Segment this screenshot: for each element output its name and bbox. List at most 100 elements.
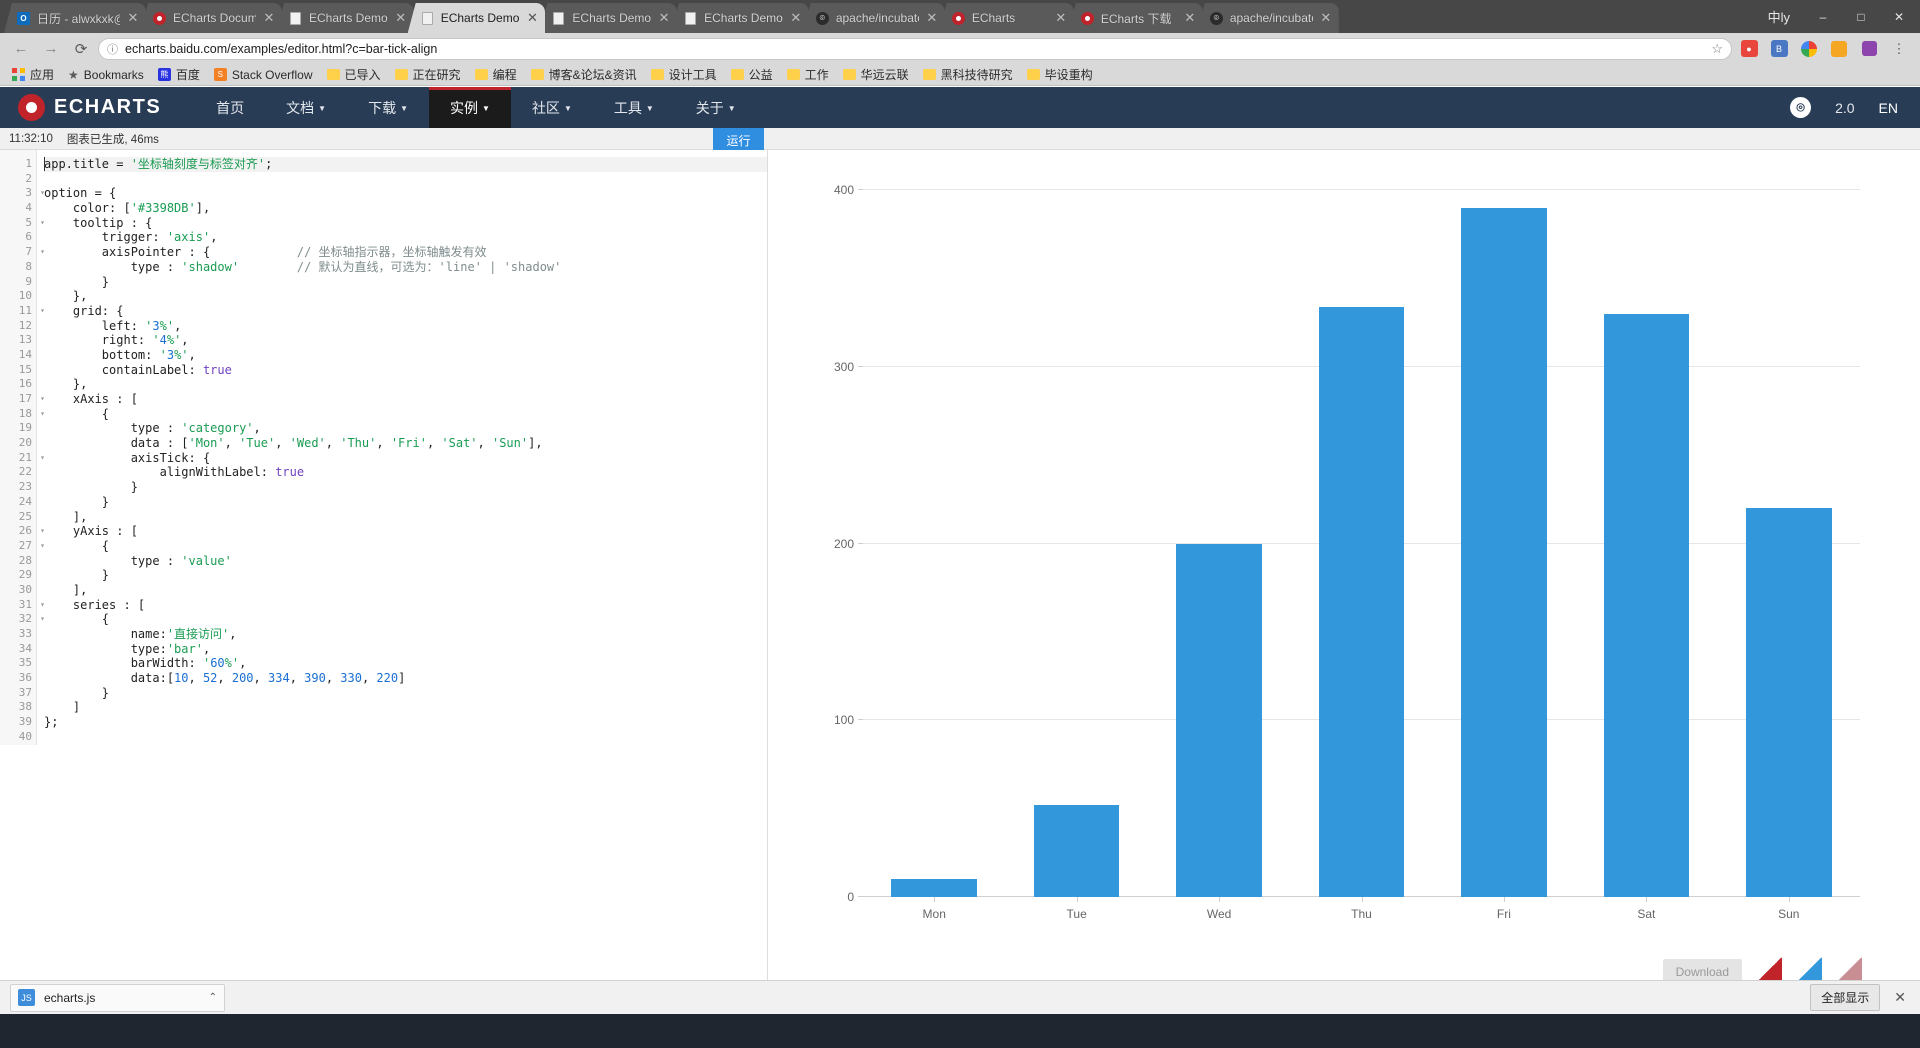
version-label[interactable]: 2.0: [1835, 100, 1854, 116]
code-content[interactable]: app.title = '坐标轴刻度与标签对齐'; option = { col…: [37, 150, 767, 745]
code-line[interactable]: }: [44, 480, 767, 495]
code-line[interactable]: color: ['#3398DB'],: [44, 201, 767, 216]
nav-item-1[interactable]: 文档 ▼: [265, 87, 347, 128]
maximize-button[interactable]: □: [1842, 4, 1880, 30]
bookmark-star-icon[interactable]: ☆: [1711, 41, 1723, 57]
code-line[interactable]: type : 'category',: [44, 421, 767, 436]
chart-bar[interactable]: [891, 879, 977, 897]
nav-item-4[interactable]: 社区 ▼: [511, 87, 593, 128]
code-line[interactable]: axisTick: {: [44, 451, 767, 466]
code-line[interactable]: tooltip : {: [44, 216, 767, 231]
code-line[interactable]: option = {: [44, 186, 767, 201]
code-line[interactable]: right: '4%',: [44, 333, 767, 348]
bookmark-item[interactable]: 黑科技待研究: [917, 64, 1019, 85]
code-line[interactable]: data:[10, 52, 200, 334, 390, 330, 220]: [44, 671, 767, 686]
browser-tab[interactable]: ECharts Demo ✕: [671, 3, 809, 33]
browser-menu-icon[interactable]: ⋮: [1886, 36, 1912, 62]
extension-purple-icon[interactable]: [1856, 36, 1882, 62]
nav-item-6[interactable]: 关于 ▼: [675, 87, 757, 128]
code-line[interactable]: [44, 730, 767, 745]
tab-close-icon[interactable]: ✕: [1183, 10, 1197, 26]
github-icon[interactable]: ⌾: [1790, 97, 1812, 118]
code-line[interactable]: axisPointer : { // 坐标轴指示器，坐标轴触发有效: [44, 245, 767, 260]
chart-bar[interactable]: [1461, 207, 1547, 897]
code-line[interactable]: containLabel: true: [44, 363, 767, 378]
bookmark-item[interactable]: 华远云联: [837, 64, 915, 85]
chart-bar[interactable]: [1033, 805, 1120, 897]
bookmark-item[interactable]: 编程: [469, 64, 523, 85]
reload-icon[interactable]: ⟳: [68, 36, 94, 62]
code-line[interactable]: type:'bar',: [44, 642, 767, 657]
back-icon[interactable]: ←: [8, 36, 34, 62]
browser-tab[interactable]: O 日历 - alwxkxk@ou ✕: [4, 3, 146, 33]
tab-close-icon[interactable]: ✕: [925, 10, 939, 26]
code-line[interactable]: type : 'value': [44, 554, 767, 569]
code-line[interactable]: bottom: '3%',: [44, 348, 767, 363]
chart-bar[interactable]: [1318, 306, 1405, 897]
bookmark-item[interactable]: 设计工具: [645, 64, 723, 85]
code-line[interactable]: left: '3%',: [44, 319, 767, 334]
code-line[interactable]: ],: [44, 510, 767, 525]
code-line[interactable]: name:'直接访问',: [44, 627, 767, 642]
language-switch[interactable]: EN: [1879, 100, 1898, 116]
code-line[interactable]: data : ['Mon', 'Tue', 'Wed', 'Thu', 'Fri…: [44, 436, 767, 451]
browser-tab[interactable]: ⌾ apache/incubator-e ✕: [1196, 3, 1339, 33]
close-shelf-icon[interactable]: ✕: [1894, 989, 1910, 1006]
code-line[interactable]: alignWithLabel: true: [44, 465, 767, 480]
bookmark-item[interactable]: 熊百度: [152, 64, 206, 85]
extension-blue-icon[interactable]: B: [1766, 36, 1792, 62]
code-line[interactable]: };: [44, 715, 767, 730]
browser-tab[interactable]: ECharts Demo ✕: [276, 3, 414, 33]
code-line[interactable]: trigger: 'axis',: [44, 230, 767, 245]
bookmark-item[interactable]: ★ Bookmarks: [62, 66, 150, 84]
bookmark-item[interactable]: 已导入: [321, 64, 387, 85]
chevron-up-icon[interactable]: ⌃: [209, 992, 217, 1003]
bookmark-item[interactable]: 博客&论坛&资讯: [525, 64, 643, 85]
code-line[interactable]: xAxis : [: [44, 392, 767, 407]
code-line[interactable]: {: [44, 407, 767, 422]
code-line[interactable]: grid: {: [44, 304, 767, 319]
code-line[interactable]: ]: [44, 700, 767, 715]
bookmark-item[interactable]: S Stack Overflow: [208, 66, 319, 84]
chart-bar[interactable]: [1603, 313, 1690, 897]
tab-close-icon[interactable]: ✕: [126, 10, 140, 26]
browser-tab[interactable]: ECharts Demo ✕: [539, 3, 678, 33]
code-line[interactable]: }: [44, 568, 767, 583]
bookmark-item[interactable]: 公益: [725, 64, 779, 85]
tab-close-icon[interactable]: ✕: [1054, 10, 1068, 26]
tab-close-icon[interactable]: ✕: [525, 10, 539, 26]
tab-close-icon[interactable]: ✕: [394, 10, 408, 26]
code-line[interactable]: {: [44, 539, 767, 554]
minimize-button[interactable]: –: [1804, 4, 1842, 30]
browser-tab[interactable]: ECharts 下载 ✕: [1067, 3, 1203, 33]
chart-bar[interactable]: [1746, 508, 1832, 897]
nav-item-2[interactable]: 下载 ▼: [347, 87, 429, 128]
bookmark-item[interactable]: 正在研究: [389, 64, 467, 85]
echarts-canvas[interactable]: 0 100 200 300 400 Mon Tue Wed Thu Fri Sat Sun: [808, 178, 1870, 939]
bookmark-item[interactable]: 毕设重构: [1021, 64, 1099, 85]
chart-bar[interactable]: [1176, 543, 1262, 897]
code-line[interactable]: },: [44, 377, 767, 392]
code-line[interactable]: type : 'shadow' // 默认为直线，可选为：'line' | 's…: [44, 260, 767, 275]
ime-indicator[interactable]: 中ly: [1758, 7, 1804, 26]
code-line[interactable]: barWidth: '60%',: [44, 656, 767, 671]
extension-google-icon[interactable]: [1796, 36, 1822, 62]
close-window-button[interactable]: ✕: [1880, 4, 1918, 30]
extension-record-icon[interactable]: ●: [1736, 36, 1762, 62]
browser-tab[interactable]: ⌾ apache/incubator-e ✕: [802, 3, 945, 33]
tab-close-icon[interactable]: ✕: [789, 10, 803, 26]
code-line[interactable]: }: [44, 686, 767, 701]
code-line[interactable]: app.title = '坐标轴刻度与标签对齐';: [44, 157, 767, 172]
forward-icon[interactable]: →: [38, 36, 64, 62]
page-info-icon[interactable]: ⓘ: [107, 41, 118, 57]
tab-close-icon[interactable]: ✕: [262, 10, 276, 26]
code-editor[interactable]: 1 2 3 ▾ 4 5 ▾ 6 7 ▾ 8 9 10 11 ▾ 12 13 14 15 16 17 ▾ 18 ▾ 19 20 21 ▾…: [0, 150, 768, 1014]
code-line[interactable]: }: [44, 275, 767, 290]
tab-close-icon[interactable]: ✕: [657, 10, 671, 26]
show-all-downloads-button[interactable]: 全部显示: [1810, 984, 1881, 1011]
tab-close-icon[interactable]: ✕: [1319, 10, 1333, 26]
nav-item-3[interactable]: 实例 ▼: [429, 87, 511, 128]
code-line[interactable]: series : [: [44, 598, 767, 613]
address-bar[interactable]: ⓘ echarts.baidu.com/examples/editor.html…: [98, 37, 1732, 60]
code-line[interactable]: }: [44, 495, 767, 510]
